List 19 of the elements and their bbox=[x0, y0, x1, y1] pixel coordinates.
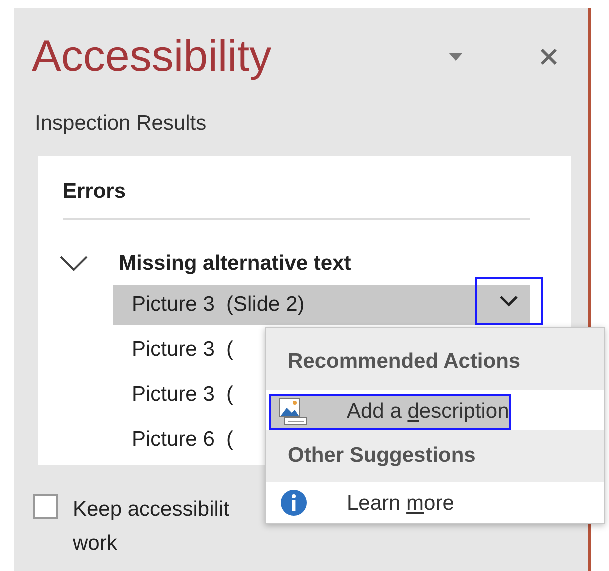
expand-chevron-icon[interactable] bbox=[60, 256, 88, 272]
menu-item[interactable]: Learn more bbox=[269, 486, 456, 521]
checkbox[interactable] bbox=[33, 494, 58, 519]
pane-title: Accessibility bbox=[32, 31, 273, 83]
issue-heading: Missing alternative text bbox=[119, 251, 352, 277]
actions-dropdown-button[interactable] bbox=[475, 277, 543, 325]
checkbox-label: work bbox=[73, 531, 118, 557]
section-heading: Errors bbox=[63, 179, 128, 205]
menu-section-header: Recommended Actions bbox=[266, 328, 604, 390]
options-button[interactable] bbox=[448, 52, 464, 62]
menu-item[interactable]: Add a description bbox=[269, 394, 512, 430]
info-icon bbox=[280, 489, 308, 518]
menu-section-header: Other Suggestions bbox=[266, 430, 604, 482]
chevron-down-icon bbox=[500, 296, 518, 306]
image-icon bbox=[279, 398, 309, 426]
result-item[interactable]: Picture 3 (Slide 2) bbox=[113, 285, 530, 325]
subtitle: Inspection Results bbox=[34, 111, 208, 137]
close-button[interactable] bbox=[540, 48, 558, 66]
checkbox-label: Keep accessibilit bbox=[73, 497, 230, 523]
